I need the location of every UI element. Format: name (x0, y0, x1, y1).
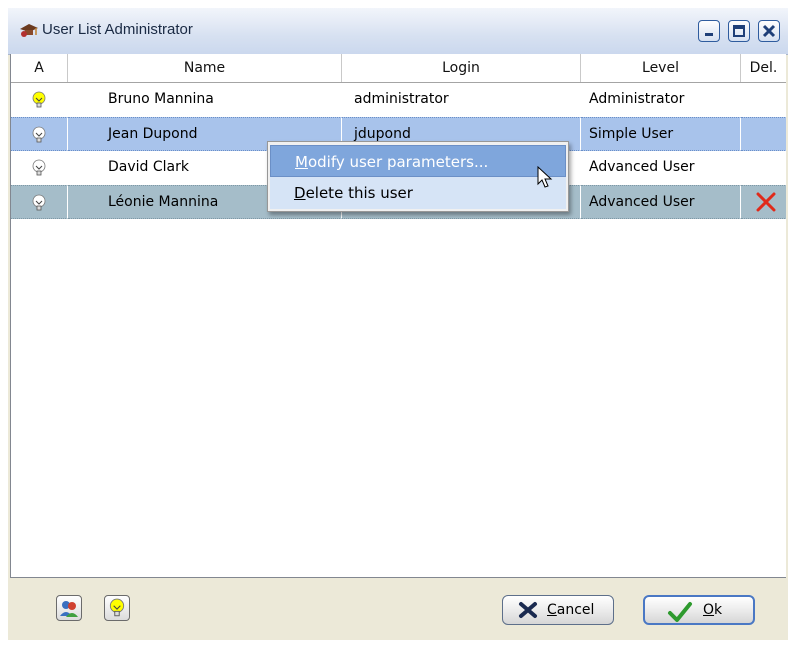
maximize-icon (733, 25, 745, 37)
name-cell: Bruno Mannina (108, 91, 214, 107)
cancel-button[interactable]: Cancel (502, 595, 614, 625)
delete-cell[interactable] (741, 151, 786, 185)
bottom-toolbar: Cancel Ok (8, 578, 788, 640)
ok-button[interactable]: Ok (643, 595, 755, 625)
user-list-window: User List Administrator A Name Login Lev… (8, 8, 788, 640)
login-cell: administrator (354, 91, 449, 107)
app-icon (20, 24, 38, 37)
table-row[interactable]: Bruno Mannina administrator Administrato… (11, 83, 786, 117)
column-header-delete[interactable]: Del. (741, 54, 786, 82)
delete-cell[interactable] (741, 83, 786, 117)
users-button[interactable] (56, 595, 82, 621)
column-header-active[interactable]: A (11, 54, 68, 82)
mouse-cursor-icon (537, 166, 553, 188)
column-header-level[interactable]: Level (581, 54, 741, 82)
active-cell (11, 117, 68, 151)
minimize-button[interactable] (698, 20, 720, 42)
lightbulb-off-icon (32, 159, 46, 176)
modify-user-menu-item[interactable]: Modify user parameters... (270, 145, 566, 177)
active-cell (11, 185, 68, 219)
delete-user-menu-item[interactable]: Delete this user (270, 177, 566, 209)
column-header-login[interactable]: Login (342, 54, 581, 82)
minimize-icon (705, 33, 713, 36)
maximize-button[interactable] (728, 20, 750, 42)
close-icon (762, 24, 776, 38)
level-cell: Administrator (589, 91, 685, 107)
lightbulb-on-icon (32, 91, 46, 108)
lightbulb-off-icon (32, 126, 46, 143)
active-toggle-button[interactable] (104, 595, 130, 621)
list-header: A Name Login Level Del. (11, 54, 786, 83)
level-cell: Advanced User (589, 159, 695, 175)
checkmark-icon (668, 602, 692, 622)
users-icon (60, 601, 78, 617)
active-cell (11, 151, 68, 185)
context-menu: Modify user parameters... Delete this us… (267, 141, 569, 212)
user-list[interactable]: A Name Login Level Del. Bruno Mannina ad… (10, 54, 786, 578)
level-cell: Simple User (581, 117, 741, 151)
delete-mark-icon (756, 192, 776, 212)
delete-cell[interactable] (741, 117, 786, 151)
window-title: User List Administrator (42, 21, 193, 38)
close-window-button[interactable] (758, 20, 780, 42)
lightbulb-off-icon (32, 194, 46, 211)
cancel-x-icon (519, 602, 537, 618)
title-bar[interactable]: User List Administrator (8, 8, 788, 55)
delete-cell[interactable] (741, 185, 786, 219)
lightbulb-icon (109, 598, 125, 617)
active-cell (11, 83, 68, 117)
column-header-name[interactable]: Name (68, 54, 342, 82)
level-cell: Advanced User (581, 185, 741, 219)
